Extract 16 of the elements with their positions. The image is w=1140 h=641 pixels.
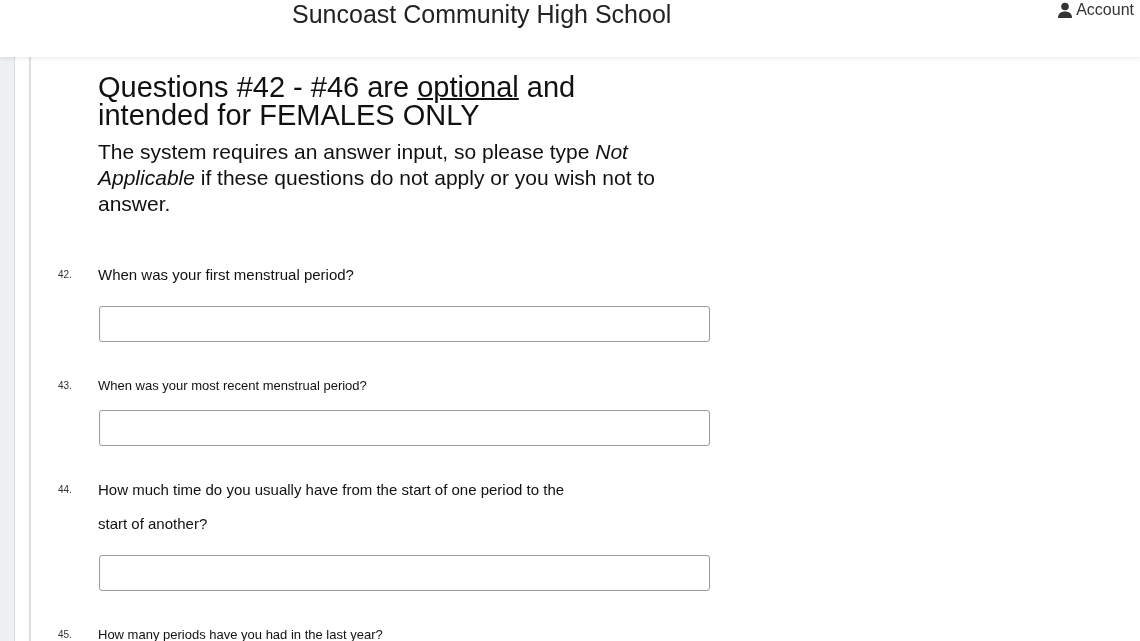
question-number: 44. xyxy=(58,483,73,497)
section-heading: Questions #42 - #46 are optional and intended for FEMALES ONLY xyxy=(98,73,577,129)
instructions-text: The system requires an answer input, so please type Not Applicable if these questions do not apply or you wish not to answer. xyxy=(98,139,656,217)
answer-field[interactable] xyxy=(99,410,710,446)
answer-field[interactable] xyxy=(99,555,710,591)
site-title: Suncoast Community High School xyxy=(292,0,672,28)
question-number: 43. xyxy=(58,379,73,393)
question-text: How much time do you usually have from the start of one period to the start of another? xyxy=(98,480,566,534)
question-text: When was your first menstrual period? xyxy=(98,265,355,285)
person-icon xyxy=(1057,2,1074,18)
question-text: When was your most recent menstrual period? xyxy=(98,377,368,395)
question-text: How many periods have you had in the last year? xyxy=(98,626,383,641)
account-link[interactable]: Account xyxy=(1057,0,1134,20)
question-number: 45. xyxy=(58,628,73,641)
question-number: 42. xyxy=(58,268,73,282)
answer-field[interactable] xyxy=(99,306,710,342)
